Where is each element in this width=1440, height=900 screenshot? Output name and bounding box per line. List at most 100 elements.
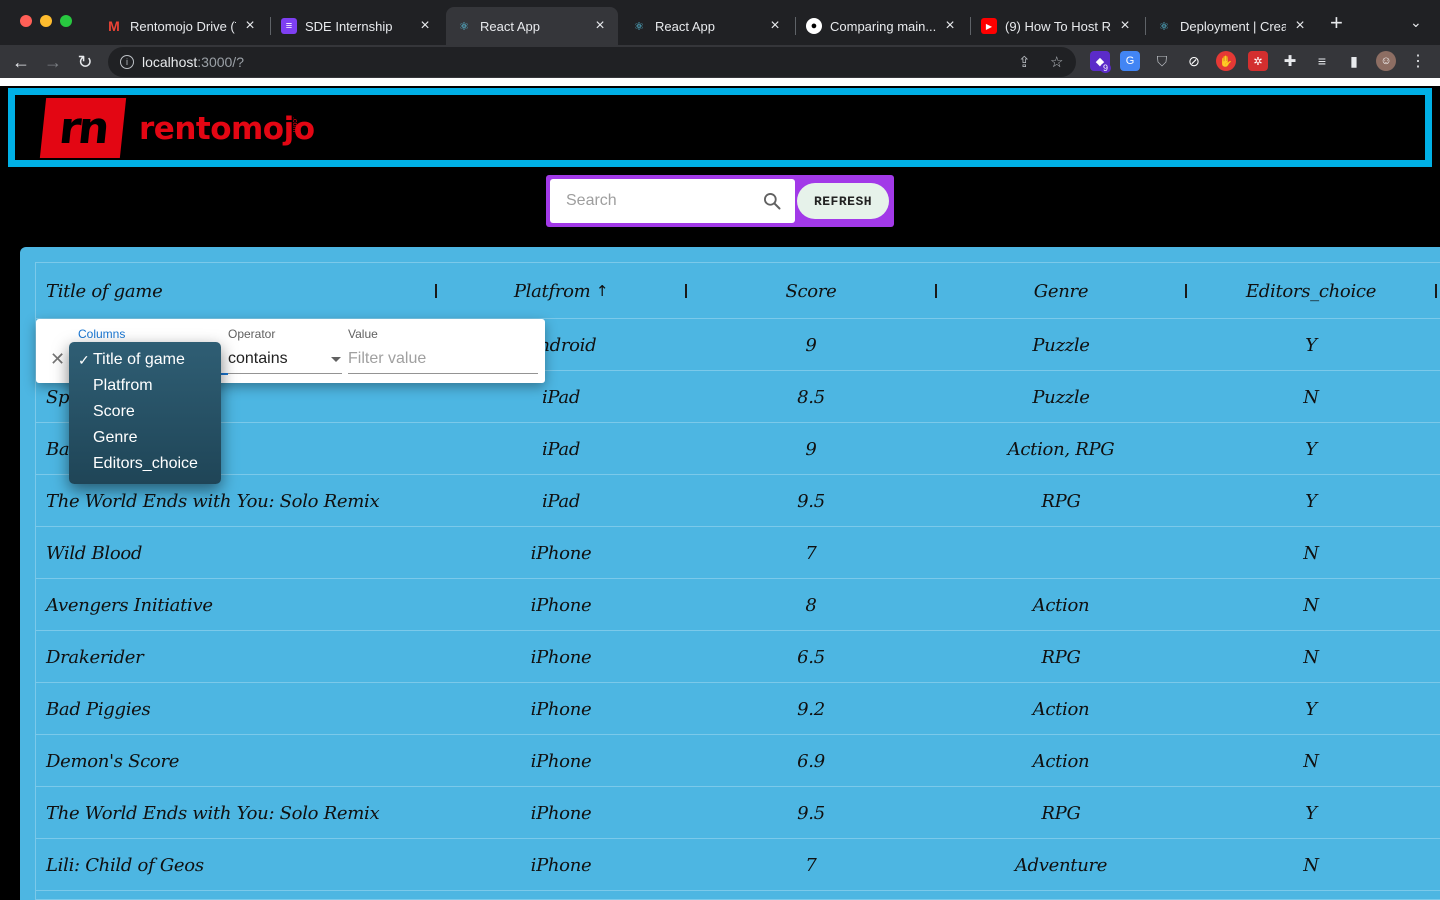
forward-arrow-icon[interactable]: → — [40, 49, 66, 75]
cell-platform[interactable]: iPhone — [436, 787, 686, 839]
maximize-window-button[interactable] — [60, 15, 72, 27]
table-row[interactable]: Ba iPad 9 Action, RPG Y — [36, 423, 1440, 475]
cell-genre[interactable]: Puzzle — [936, 371, 1186, 423]
cell-editors-choice[interactable]: Y — [1186, 683, 1436, 735]
sort-ascending-icon[interactable]: ↑ — [596, 282, 609, 300]
cell-platform[interactable]: iPhone — [436, 631, 686, 683]
table-row[interactable]: Bad Piggies iPhone 9.2 Action Y — [36, 683, 1440, 735]
cell-score[interactable]: 9.2 — [686, 683, 936, 735]
column-header-title[interactable]: Title of game — [46, 263, 163, 319]
side-panel-icon[interactable]: ▮ — [1344, 51, 1364, 71]
cell-genre[interactable]: RPG — [936, 787, 1186, 839]
close-tab-icon[interactable]: × — [942, 17, 958, 35]
close-tab-icon[interactable]: × — [242, 17, 258, 35]
cell-platform[interactable]: iPhone — [436, 683, 686, 735]
browser-tab[interactable]: ⚛ Deployment | Creat × — [1146, 7, 1318, 45]
cell-title[interactable]: Demon's Score — [46, 735, 466, 787]
puzzle-icon[interactable]: ✚ — [1280, 51, 1300, 71]
search-icon[interactable] — [762, 191, 782, 211]
cell-genre[interactable]: RPG — [936, 475, 1186, 527]
dropdown-option-title[interactable]: ✓ Title of game — [69, 347, 221, 373]
cell-editors-choice[interactable]: N — [1186, 579, 1436, 631]
browser-tab[interactable]: ▶ (9) How To Host Re × — [971, 7, 1143, 45]
column-header-score[interactable]: Score — [686, 263, 936, 319]
browser-tab-active[interactable]: ⚛ React App × — [446, 7, 618, 45]
reload-icon[interactable]: ↻ — [72, 49, 98, 75]
close-tab-icon[interactable]: × — [1117, 17, 1133, 35]
minimize-window-button[interactable] — [40, 15, 52, 27]
close-tab-icon[interactable]: × — [592, 17, 608, 35]
close-tab-icon[interactable]: × — [1292, 17, 1308, 35]
close-tab-icon[interactable]: × — [417, 17, 433, 35]
dropdown-option-score[interactable]: Score — [69, 399, 221, 425]
cell-editors-choice[interactable]: Y — [1186, 787, 1436, 839]
cell-editors-choice[interactable]: N — [1186, 371, 1436, 423]
dropdown-option-editors-choice[interactable]: Editors_choice — [69, 451, 221, 477]
cell-editors-choice[interactable]: Y — [1186, 423, 1436, 475]
extension-red-icon[interactable]: ✲ — [1248, 51, 1268, 71]
column-separator[interactable] — [1435, 284, 1437, 298]
cell-editors-choice[interactable]: N — [1186, 735, 1436, 787]
cell-genre[interactable]: Puzzle — [936, 319, 1186, 371]
table-row[interactable]: The World Ends with You: Solo Remix iPhon… — [36, 787, 1440, 839]
cell-score[interactable]: 9.5 — [686, 787, 936, 839]
cell-score[interactable]: 9 — [686, 319, 936, 371]
address-bar[interactable]: i localhost:3000/? ⇪ ☆ — [108, 47, 1076, 77]
table-row[interactable]: Wild Blood iPhone 7 N — [36, 527, 1440, 579]
translate-icon[interactable]: G — [1120, 51, 1140, 71]
profile-avatar[interactable]: ☺ — [1376, 51, 1396, 71]
cell-genre[interactable]: Action — [936, 579, 1186, 631]
cell-platform[interactable]: iPhone — [436, 579, 686, 631]
dropdown-option-platform[interactable]: Platfrom — [69, 373, 221, 399]
cell-platform[interactable]: iPad — [436, 475, 686, 527]
filter-value-input[interactable]: Filter value — [348, 350, 426, 368]
browser-tab[interactable]: ≡ SDE Internship × — [271, 7, 443, 45]
cell-genre[interactable] — [936, 527, 1186, 579]
cell-score[interactable]: 7 — [686, 527, 936, 579]
browser-tab[interactable]: ● Comparing main...n × — [796, 7, 968, 45]
operator-dropdown-arrow-icon[interactable] — [331, 357, 341, 362]
more-menu-icon[interactable]: ⋮ — [1408, 51, 1428, 71]
block-icon[interactable]: ⊘ — [1184, 51, 1204, 71]
browser-tab[interactable]: M Rentomojo Drive (T × — [96, 7, 268, 45]
operator-select[interactable]: contains — [228, 350, 288, 368]
cell-score[interactable]: 9 — [686, 423, 936, 475]
cell-platform[interactable]: iPhone — [436, 839, 686, 891]
cell-genre[interactable]: Action — [936, 735, 1186, 787]
cell-editors-choice[interactable]: N — [1186, 839, 1436, 891]
back-arrow-icon[interactable]: ← — [8, 49, 34, 75]
cell-score[interactable]: 6.9 — [686, 735, 936, 787]
shield-icon[interactable]: ⛉ — [1152, 51, 1172, 71]
share-icon[interactable]: ⇪ — [1018, 53, 1031, 71]
column-header-genre[interactable]: Genre — [936, 263, 1186, 319]
cell-genre[interactable]: RPG — [936, 631, 1186, 683]
cell-score[interactable]: 9.5 — [686, 475, 936, 527]
cell-platform[interactable]: iPad — [436, 423, 686, 475]
cell-title[interactable]: Wild Blood — [46, 527, 466, 579]
cell-genre[interactable]: Action — [936, 683, 1186, 735]
cell-title[interactable]: The World Ends with You: Solo Remix — [46, 787, 466, 839]
media-queue-icon[interactable]: ≡ — [1312, 51, 1332, 71]
close-tab-icon[interactable]: × — [767, 17, 783, 35]
table-row[interactable]: Lili: Child of Geos iPhone 7 Adventure N — [36, 839, 1440, 891]
cell-platform[interactable]: iPhone — [436, 735, 686, 787]
dropdown-option-genre[interactable]: Genre — [69, 425, 221, 451]
new-tab-button[interactable]: + — [1330, 10, 1343, 36]
cell-score[interactable]: 8.5 — [686, 371, 936, 423]
bookmark-star-icon[interactable]: ☆ — [1050, 53, 1063, 71]
cell-genre[interactable]: Action, RPG — [936, 423, 1186, 475]
cell-genre[interactable]: Adventure — [936, 839, 1186, 891]
cell-title[interactable]: Drakerider — [46, 631, 466, 683]
table-row[interactable]: Drakerider iPhone 6.5 RPG N — [36, 631, 1440, 683]
cell-editors-choice[interactable]: Y — [1186, 475, 1436, 527]
browser-tab[interactable]: ⚛ React App × — [621, 7, 793, 45]
rentomojo-logo-text[interactable]: rentomojo — [139, 111, 315, 147]
stop-hand-icon[interactable]: ✋ — [1216, 51, 1236, 71]
cell-title[interactable]: Avengers Initiative — [46, 579, 466, 631]
column-header-editors-choice[interactable]: Editors_choice — [1186, 263, 1436, 319]
cell-editors-choice[interactable]: Y — [1186, 319, 1436, 371]
site-info-icon[interactable]: i — [120, 55, 134, 69]
column-header-platform[interactable]: Platfrom ↑ — [436, 263, 686, 319]
cell-title[interactable]: Lili: Child of Geos — [46, 839, 466, 891]
refresh-button[interactable]: REFRESH — [797, 183, 889, 219]
